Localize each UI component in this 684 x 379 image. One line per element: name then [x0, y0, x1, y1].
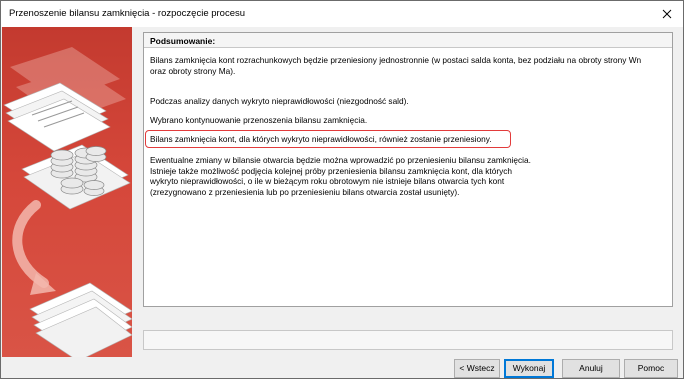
execute-button[interactable]: Wykonaj	[504, 359, 554, 378]
summary-line-6c: (zrezygnowano z przeniesienia lub po prz…	[150, 187, 460, 197]
documents-and-coins-illustration	[3, 47, 132, 357]
summary-line-3: Wybrano kontynuowanie przenoszenia bilan…	[150, 115, 368, 125]
cancel-button[interactable]: Anuluj	[562, 359, 620, 378]
summary-line-5: Ewentualne zmiany w bilansie otwarcia bę…	[150, 155, 531, 165]
window-title: Przenoszenie bilansu zamknięcia - rozpoc…	[9, 8, 246, 19]
help-button[interactable]: Pomoc	[624, 359, 678, 378]
summary-line-4: Bilans zamknięcia kont, dla których wykr…	[150, 134, 492, 144]
back-button[interactable]: < Wstecz	[454, 359, 500, 378]
summary-line-1: Bilans zamknięcia kont rozrachunkowych b…	[150, 55, 642, 65]
title-bar: Przenoszenie bilansu zamknięcia - rozpoc…	[1, 1, 683, 27]
summary-line-6a: Istnieje także możliwość podjęcia kolejn…	[150, 166, 513, 176]
summary-title: Podsumowanie:	[150, 36, 216, 46]
wizard-side-graphic	[2, 27, 132, 357]
summary-line-6b: wykryto nieprawidłowości, o ile w bieżąc…	[150, 176, 505, 186]
status-strip	[143, 330, 673, 350]
summary-line-2: Podczas analizy danych wykryto nieprawid…	[150, 96, 409, 106]
summary-panel: Podsumowanie: Bilans zamknięcia kont roz…	[143, 32, 673, 307]
summary-line-1b: oraz obroty strony Ma).	[150, 66, 236, 76]
summary-header: Podsumowanie:	[144, 33, 672, 48]
close-icon[interactable]	[659, 6, 675, 22]
